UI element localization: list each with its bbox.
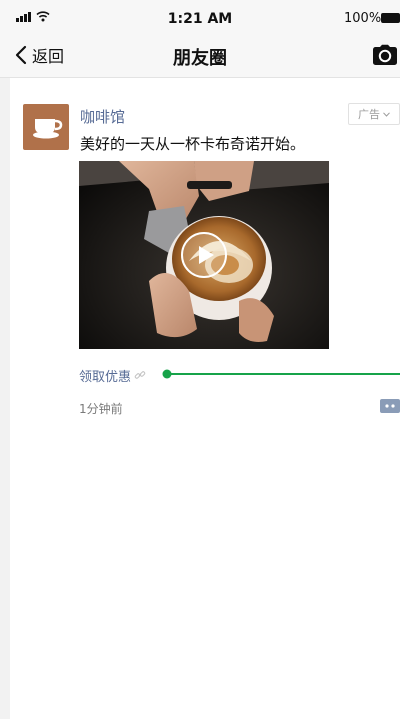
video-thumbnail[interactable]	[79, 161, 329, 349]
play-icon[interactable]	[180, 231, 228, 279]
page-title: 朋友圈	[173, 48, 227, 69]
comment-action-icon[interactable]	[380, 399, 400, 413]
status-bar: 1:21 AM 100%	[0, 0, 400, 36]
nav-bar: 返回 朋友圈	[0, 36, 400, 78]
moments-feed: 咖啡馆 广告 美好的一天从一杯卡布奇诺开始。 领取优惠 1分钟前	[10, 78, 400, 719]
avatar[interactable]	[23, 104, 69, 150]
post-text: 美好的一天从一杯卡布奇诺开始。	[80, 135, 306, 153]
battery-icon	[381, 13, 400, 23]
status-time: 1:21 AM	[167, 11, 233, 27]
coupon-row[interactable]: 领取优惠	[79, 364, 146, 386]
ad-label: 广告	[358, 108, 380, 121]
battery-percentage: 100%	[344, 11, 382, 26]
post-timestamp: 1分钟前	[79, 402, 123, 416]
coffee-cup-icon	[33, 119, 63, 139]
ad-tag[interactable]: 广告	[348, 103, 400, 125]
advertiser-name[interactable]: 咖啡馆	[80, 106, 125, 127]
coupon-link[interactable]: 领取优惠	[79, 366, 131, 385]
link-icon	[134, 371, 146, 379]
camera-icon[interactable]	[372, 44, 398, 66]
annotation-connector	[162, 369, 400, 379]
chevron-down-icon	[383, 111, 390, 117]
